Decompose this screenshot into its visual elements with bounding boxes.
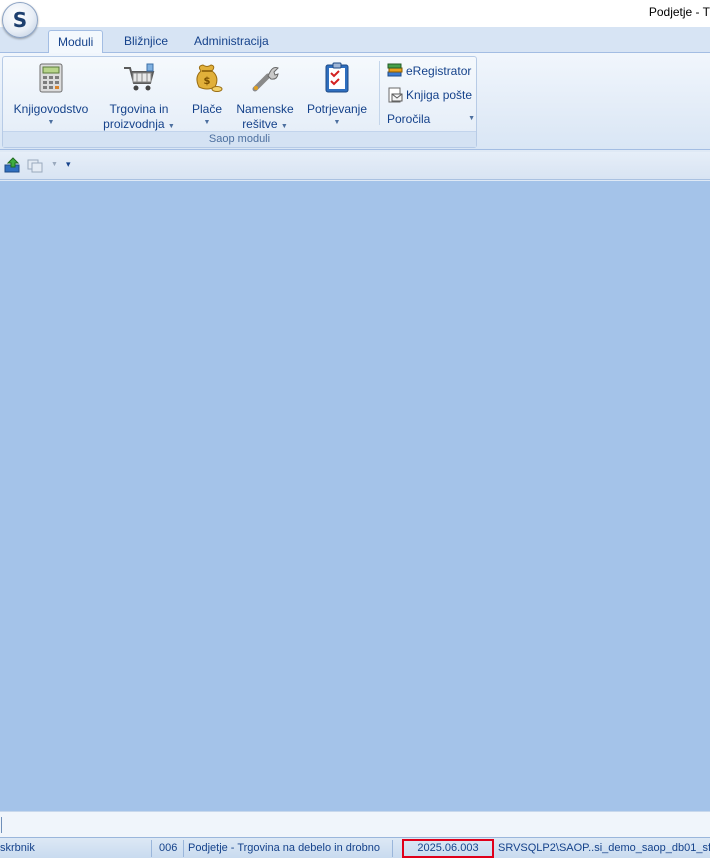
- namenske-label-line1: Namenske: [236, 102, 294, 116]
- books-icon: [387, 63, 403, 79]
- upload-icon[interactable]: [4, 157, 22, 176]
- status-company-code: 006: [159, 842, 178, 854]
- window-title: Podjetje - T: [648, 5, 710, 19]
- trgovina-label-line1: Trgovina in: [109, 102, 169, 116]
- eregistrator-label: eRegistrator: [406, 64, 472, 78]
- ribbon-tab-strip: Moduli Bližnjice Administracija: [0, 27, 710, 54]
- status-separator: [151, 840, 152, 857]
- tab-bliznjice[interactable]: Bližnjice: [115, 30, 177, 53]
- knjiga-poste-label: Knjiga pošte: [406, 88, 473, 102]
- money-bag-icon: $: [190, 61, 224, 95]
- title-bar: Podjetje - T: [0, 0, 710, 27]
- checklist-icon: [320, 61, 354, 95]
- status-separator: [392, 840, 393, 857]
- group-caption: Saop moduli: [3, 131, 476, 147]
- svg-text:$: $: [204, 76, 211, 87]
- chevron-down-icon: ▼: [203, 119, 211, 126]
- porocila-label: Poročila: [387, 112, 431, 126]
- main-workspace: [0, 181, 710, 811]
- group-separator: [379, 61, 380, 125]
- eregistrator-button[interactable]: eRegistrator: [387, 61, 471, 81]
- quick-access-toolbar: ▼ ▾: [0, 152, 710, 180]
- windows-icon[interactable]: [27, 157, 43, 176]
- chevron-down-icon: ▼: [280, 123, 288, 130]
- place-button[interactable]: $ Plače ▼: [186, 61, 228, 127]
- potrjevanje-button[interactable]: Potrjevanje ▼: [303, 61, 371, 127]
- status-company-name: Podjetje - Trgovina na debelo in drobno: [188, 842, 381, 854]
- chevron-down-icon: ▼: [468, 115, 475, 122]
- status-user: skrbnik: [0, 842, 35, 854]
- tab-administracija[interactable]: Administracija: [185, 30, 278, 53]
- mail-book-icon: [387, 87, 403, 103]
- potrjevanje-label: Potrjevanje: [306, 102, 368, 116]
- caret-marker: [1, 817, 2, 833]
- calculator-icon: [34, 61, 68, 95]
- knjigovodstvo-label: Knjigovodstvo: [13, 102, 89, 116]
- trgovina-label-line2: proizvodnja ▼: [103, 117, 175, 131]
- saop-logo-icon: S: [12, 8, 28, 32]
- status-version: 2025.06.003: [402, 839, 494, 858]
- status-bar: skrbnik 006 Podjetje - Trgovina na debel…: [0, 837, 710, 858]
- knjiga-poste-button[interactable]: Knjiga pošte: [387, 85, 472, 105]
- application-menu-button[interactable]: S: [2, 2, 38, 38]
- customize-toolbar-icon[interactable]: ▾: [66, 159, 71, 170]
- namenske-resitve-button[interactable]: Namenske rešitve ▼: [233, 61, 297, 132]
- ribbon-panel: Knjigovodstvo ▼ Trgovina in proizvodnja …: [0, 53, 710, 150]
- shopping-cart-icon: [122, 61, 156, 95]
- trgovina-proizvodnja-button[interactable]: Trgovina in proizvodnja ▼: [101, 61, 177, 132]
- chevron-down-icon: ▼: [333, 119, 341, 126]
- wrench-icon: [248, 61, 282, 95]
- status-database: SRVSQLP2\SAOP..si_demo_saop_db01_sf: [498, 842, 710, 854]
- status-separator: [183, 840, 184, 857]
- namenske-label-line2: rešitve ▼: [242, 117, 288, 131]
- tab-moduli[interactable]: Moduli: [48, 30, 104, 54]
- chevron-down-icon: ▼: [47, 119, 55, 126]
- porocila-button[interactable]: Poročila ▼: [387, 109, 475, 129]
- chevron-down-icon: ▼: [167, 123, 175, 130]
- knjigovodstvo-button[interactable]: Knjigovodstvo ▼: [11, 61, 91, 127]
- chevron-down-icon[interactable]: ▼: [51, 161, 58, 168]
- place-label: Plače: [191, 102, 223, 116]
- bottom-input-strip: [0, 811, 710, 837]
- ribbon-group-saop-moduli: Knjigovodstvo ▼ Trgovina in proizvodnja …: [2, 56, 477, 148]
